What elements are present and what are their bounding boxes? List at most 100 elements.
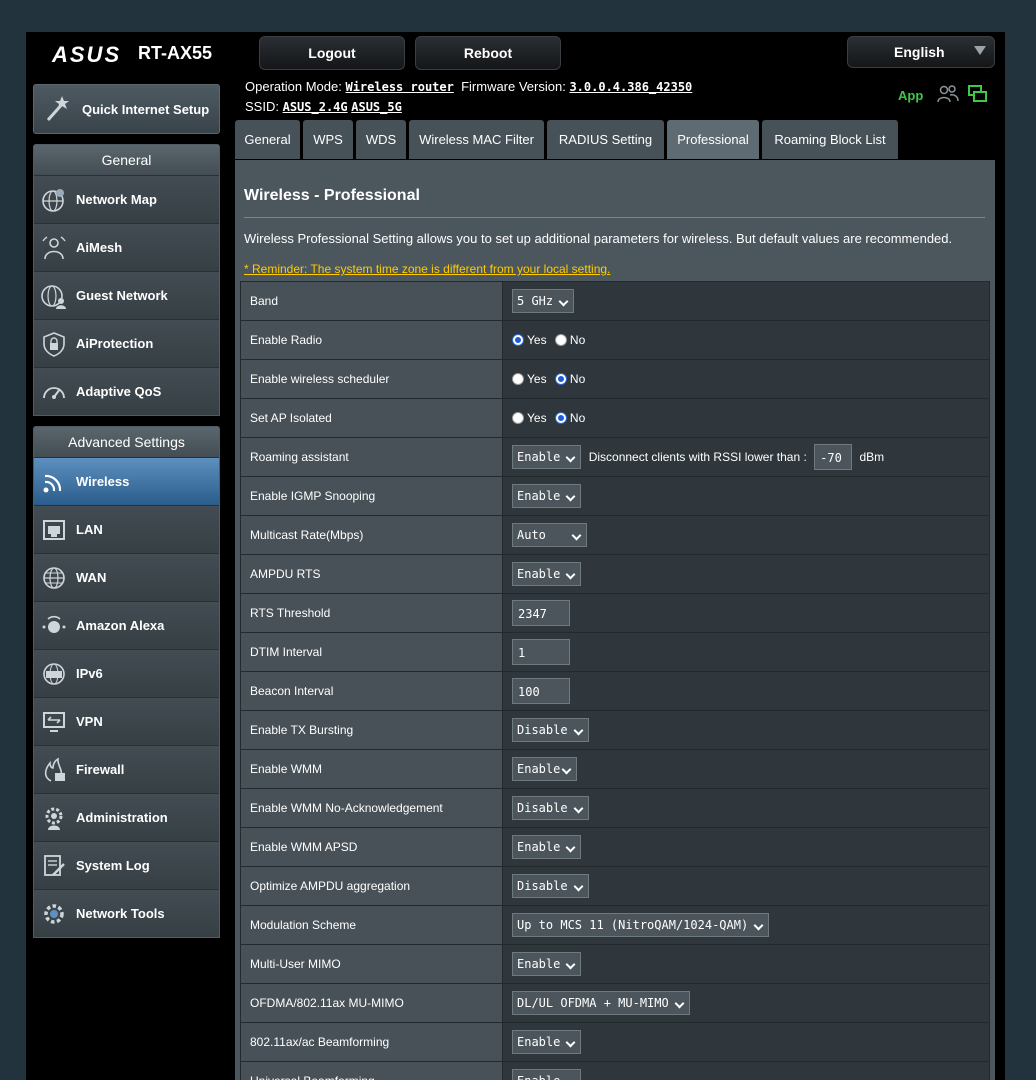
universal-beamforming-select[interactable]: Enable — [512, 1069, 582, 1080]
sidebar-item-label: Network Map — [76, 192, 157, 207]
connected-devices-icon[interactable] — [968, 84, 988, 104]
monitor-arrows-icon — [43, 711, 65, 732]
sidebar-item-adaptive-qos[interactable]: Adaptive QoS — [34, 367, 219, 415]
radio-label: No — [569, 372, 586, 387]
enable-radio-yes-radio[interactable] — [512, 334, 524, 347]
ssid-24-link[interactable]: ASUS_2.4G — [283, 100, 348, 114]
ofdma-select[interactable]: DL/UL OFDMA + MU-MIMO — [512, 991, 690, 1015]
wmm-apsd-select[interactable]: Enable — [512, 835, 582, 859]
timezone-reminder-link[interactable]: * Reminder: The system time zone is diff… — [244, 262, 610, 276]
sidebar-item-label: AiProtection — [76, 336, 154, 351]
multicast-rate-select[interactable]: Auto — [512, 523, 587, 547]
tab-wds[interactable]: WDS — [356, 120, 406, 159]
tab-wireless-mac-filter[interactable]: Wireless MAC Filter — [409, 120, 544, 159]
router-model: RT-AX55 — [138, 43, 213, 63]
sidebar-item-network-map[interactable]: Network Map — [34, 175, 219, 223]
modulation-scheme-select[interactable]: Up to MCS 11 (NitroQAM/1024-QAM) — [512, 913, 770, 937]
app-link[interactable]: App — [898, 88, 923, 103]
operation-mode-link[interactable]: Wireless router — [345, 80, 453, 94]
sidebar-item-firewall[interactable]: Firewall — [34, 745, 219, 793]
radio-label: Yes — [527, 333, 547, 348]
sidebar-item-system-log[interactable]: System Log — [34, 841, 219, 889]
setting-label: Multi-User MIMO — [240, 944, 503, 984]
ssid-5-link[interactable]: ASUS_5G — [351, 100, 402, 114]
tab-general[interactable]: General — [235, 120, 300, 159]
table-row: Enable wireless scheduler Yes No — [240, 359, 990, 399]
sidebar-item-lan[interactable]: LAN — [34, 505, 219, 553]
quick-internet-setup-button[interactable]: Quick Internet Setup — [33, 84, 220, 134]
sidebar-item-label: Administration — [76, 810, 168, 825]
sidebar-item-label: Wireless — [76, 474, 130, 489]
setting-label: Band — [240, 281, 503, 321]
radio-label: Yes — [527, 372, 547, 387]
sidebar-item-label: LAN — [76, 522, 103, 537]
enable-radio-no-radio[interactable] — [554, 334, 567, 347]
setting-label: 802.11ax/ac Beamforming — [240, 1022, 503, 1062]
wmm-select[interactable]: Enable — [512, 757, 578, 781]
setting-label: Set AP Isolated — [240, 398, 503, 438]
tab-professional[interactable]: Professional — [667, 120, 759, 159]
sidebar-item-guest-network[interactable]: Guest Network — [34, 271, 219, 319]
network-gear-icon — [44, 903, 64, 924]
tab-roaming-block-list[interactable]: Roaming Block List — [762, 120, 898, 159]
rssi-input[interactable]: -70 — [814, 444, 853, 470]
asus-logo: ASUS — [52, 42, 122, 67]
table-row: Band 5 GHz — [240, 281, 990, 321]
table-row: Beacon Interval 100 — [240, 671, 990, 711]
sidebar-item-aiprotection[interactable]: AiProtection — [34, 319, 219, 367]
sidebar-item-label: AiMesh — [76, 240, 123, 255]
setting-label: Enable TX Bursting — [240, 710, 503, 750]
beacon-interval-input[interactable]: 100 — [512, 678, 570, 704]
table-row: Set AP Isolated Yes No — [240, 398, 990, 438]
table-row: Enable IGMP Snooping Enable — [240, 476, 990, 516]
sidebar-item-wan[interactable]: WAN — [34, 553, 219, 601]
scheduler-no-radio[interactable] — [554, 373, 567, 386]
scheduler-yes-radio[interactable] — [512, 373, 524, 386]
sidebar-item-ipv6[interactable]: IPv6 — [34, 649, 219, 697]
roaming-assistant-select[interactable]: Enable — [512, 445, 582, 469]
tab-wps[interactable]: WPS — [303, 120, 353, 159]
radio-label: No — [569, 411, 586, 426]
mu-mimo-select[interactable]: Enable — [512, 952, 582, 976]
setting-label: Enable wireless scheduler — [240, 359, 503, 399]
tab-radius-setting[interactable]: RADIUS Setting — [547, 120, 664, 159]
sidebar-item-label: Adaptive QoS — [76, 384, 162, 399]
dtim-interval-input[interactable]: 1 — [512, 639, 570, 665]
ap-isolated-no-radio[interactable] — [554, 412, 567, 425]
ampdu-rts-select[interactable]: Enable — [512, 562, 582, 586]
language-select[interactable]: English — [847, 36, 995, 68]
content-panel: Wireless - Professional Wireless Profess… — [235, 160, 995, 1080]
radio-label: No — [569, 333, 586, 348]
wmm-no-ack-select[interactable]: Disable — [512, 796, 589, 820]
sidebar-item-wireless[interactable]: Wireless — [34, 457, 219, 505]
firewall-icon — [44, 757, 65, 782]
rssi-unit: dBm — [859, 450, 885, 464]
table-row: Modulation Scheme Up to MCS 11 (NitroQAM… — [240, 905, 990, 945]
sidebar-item-vpn[interactable]: VPN — [34, 697, 219, 745]
setting-label: Enable WMM APSD — [240, 827, 503, 867]
ssid-label: SSID: — [245, 99, 279, 114]
setting-label: Enable WMM No-Acknowledgement — [240, 788, 503, 828]
sidebar-item-amazon-alexa[interactable]: Amazon Alexa — [34, 601, 219, 649]
divider — [244, 217, 985, 218]
band-select[interactable]: 5 GHz — [512, 289, 575, 313]
sidebar-item-administration[interactable]: Administration — [34, 793, 219, 841]
reboot-button[interactable]: Reboot — [415, 36, 561, 70]
sidebar-item-aimesh[interactable]: AiMesh — [34, 223, 219, 271]
setting-label: OFDMA/802.11ax MU-MIMO — [240, 983, 503, 1023]
tx-bursting-select[interactable]: Disable — [512, 718, 589, 742]
rts-threshold-input[interactable]: 2347 — [512, 600, 570, 626]
ap-isolated-yes-radio[interactable] — [512, 412, 524, 425]
logout-button[interactable]: Logout — [259, 36, 405, 70]
beamforming-select[interactable]: Enable — [512, 1030, 582, 1054]
firmware-link[interactable]: 3.0.0.4.386_42350 — [569, 80, 692, 94]
igmp-snooping-select[interactable]: Enable — [512, 484, 582, 508]
ipv6-globe-icon — [43, 662, 65, 685]
table-row: AMPDU RTS Enable — [240, 554, 990, 594]
language-value: English — [894, 44, 945, 60]
setting-label: Optimize AMPDU aggregation — [240, 866, 503, 906]
ampdu-aggregation-select[interactable]: Disable — [512, 874, 589, 898]
setting-label: Beacon Interval — [240, 671, 503, 711]
sidebar-item-network-tools[interactable]: Network Tools — [34, 889, 219, 937]
users-icon[interactable] — [937, 84, 959, 104]
